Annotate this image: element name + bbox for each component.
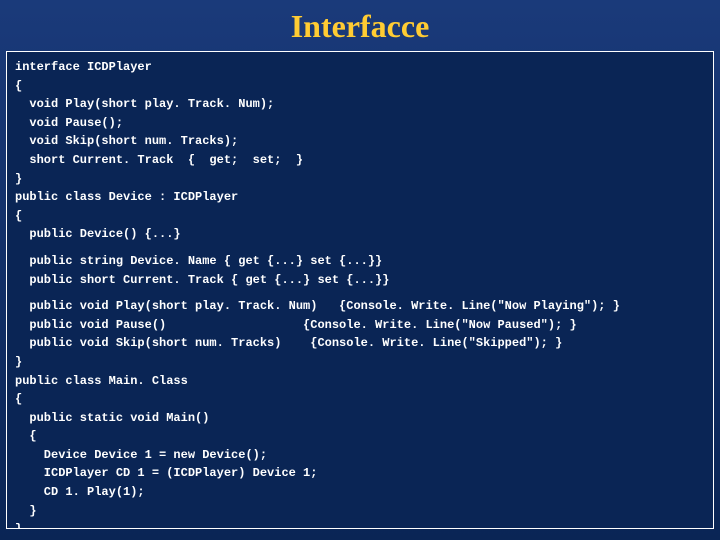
code-line: short Current. Track { get; set; } (15, 151, 705, 170)
slide-title: Interfacce (0, 0, 720, 51)
code-block: interface ICDPlayer { void Play(short pl… (6, 51, 714, 529)
code-line: { (15, 77, 705, 96)
code-line: { (15, 207, 705, 226)
code-line: CD 1. Play(1); (15, 483, 705, 502)
code-line: interface ICDPlayer (15, 58, 705, 77)
code-line: void Play(short play. Track. Num); (15, 95, 705, 114)
slide: Interfacce interface ICDPlayer { void Pl… (0, 0, 720, 540)
code-line: } (15, 502, 705, 521)
code-line: public short Current. Track { get {...} … (15, 271, 705, 290)
code-line: public string Device. Name { get {...} s… (15, 252, 705, 271)
code-line: void Pause(); (15, 114, 705, 133)
blank-line (15, 289, 705, 297)
code-line: ICDPlayer CD 1 = (ICDPlayer) Device 1; (15, 464, 705, 483)
code-line: public void Pause() {Console. Write. Lin… (15, 316, 705, 335)
blank-line (15, 244, 705, 252)
code-line: } (15, 170, 705, 189)
code-line: } (15, 520, 705, 529)
code-line: public class Main. Class (15, 372, 705, 391)
code-line: { (15, 427, 705, 446)
code-line: public Device() {...} (15, 225, 705, 244)
code-line: { (15, 390, 705, 409)
code-line: public class Device : ICDPlayer (15, 188, 705, 207)
code-line: public void Play(short play. Track. Num)… (15, 297, 705, 316)
code-line: public void Skip(short num. Tracks) {Con… (15, 334, 705, 353)
code-line: public static void Main() (15, 409, 705, 428)
code-line: Device Device 1 = new Device(); (15, 446, 705, 465)
code-line: } (15, 353, 705, 372)
code-line: void Skip(short num. Tracks); (15, 132, 705, 151)
